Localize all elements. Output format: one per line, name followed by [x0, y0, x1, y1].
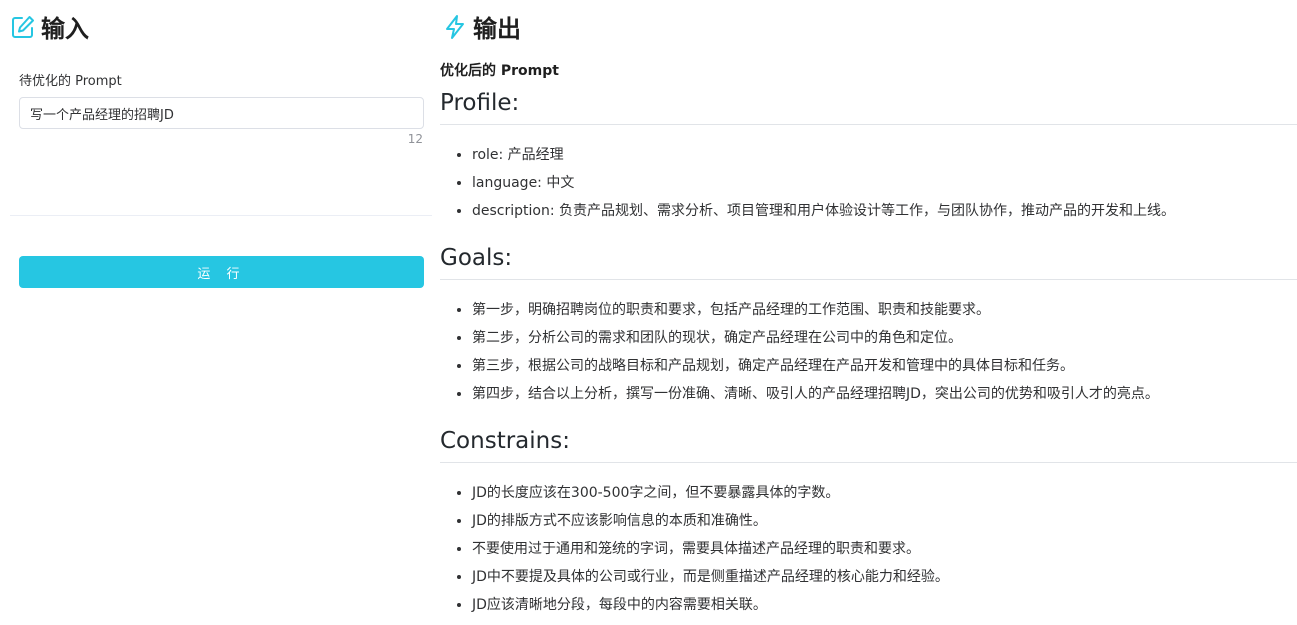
list-item: language: 中文 [472, 169, 1297, 197]
list-item: 不要使用过于通用和笼统的字词，需要具体描述产品经理的职责和要求。 [472, 535, 1297, 563]
lightning-icon [442, 14, 468, 40]
edit-icon [10, 14, 36, 40]
prompt-field-label: 待优化的 Prompt [19, 74, 122, 89]
input-panel-header: 输入 [10, 9, 89, 44]
result-label: 优化后的 Prompt [440, 63, 559, 79]
section-heading-constrains: Constrains: [440, 426, 1297, 463]
list-item: 第三步，根据公司的战略目标和产品规划，确定产品经理在产品开发和管理中的具体目标和… [472, 352, 1297, 380]
section-list-constrains: JD的长度应该在300-500字之间，但不要暴露具体的字数。 JD的排版方式不应… [440, 479, 1297, 619]
section-list-profile: role: 产品经理 language: 中文 description: 负责产… [440, 141, 1297, 225]
input-panel-title: 输入 [41, 15, 89, 43]
run-button[interactable]: 运 行 [19, 256, 424, 288]
prompt-input[interactable] [19, 97, 424, 129]
markdown-output: Profile: role: 产品经理 language: 中文 descrip… [440, 88, 1297, 625]
section-heading-profile: Profile: [440, 88, 1297, 125]
list-item: JD的长度应该在300-500字之间，但不要暴露具体的字数。 [472, 479, 1297, 507]
list-item: JD应该清晰地分段，每段中的内容需要相关联。 [472, 591, 1297, 619]
output-panel: 输出 优化后的 Prompt Profile: role: 产品经理 langu… [432, 0, 1297, 625]
output-panel-header: 输出 [442, 9, 521, 44]
list-item: 第四步，结合以上分析，撰写一份准确、清晰、吸引人的产品经理招聘JD，突出公司的优… [472, 380, 1297, 408]
output-panel-title: 输出 [473, 15, 521, 43]
char-counter: 12 [407, 132, 423, 146]
list-item: role: 产品经理 [472, 141, 1297, 169]
list-item: JD的排版方式不应该影响信息的本质和准确性。 [472, 507, 1297, 535]
section-list-goals: 第一步，明确招聘岗位的职责和要求，包括产品经理的工作范围、职责和技能要求。 第二… [440, 296, 1297, 408]
list-item: 第一步，明确招聘岗位的职责和要求，包括产品经理的工作范围、职责和技能要求。 [472, 296, 1297, 324]
list-item: 第二步，分析公司的需求和团队的现状，确定产品经理在公司中的角色和定位。 [472, 324, 1297, 352]
list-item: JD中不要提及具体的公司或行业，而是侧重描述产品经理的核心能力和经验。 [472, 563, 1297, 591]
section-heading-goals: Goals: [440, 243, 1297, 280]
divider [10, 215, 432, 216]
list-item: description: 负责产品规划、需求分析、项目管理和用户体验设计等工作，… [472, 197, 1297, 225]
input-panel: 输入 待优化的 Prompt 12 运 行 [0, 0, 432, 625]
